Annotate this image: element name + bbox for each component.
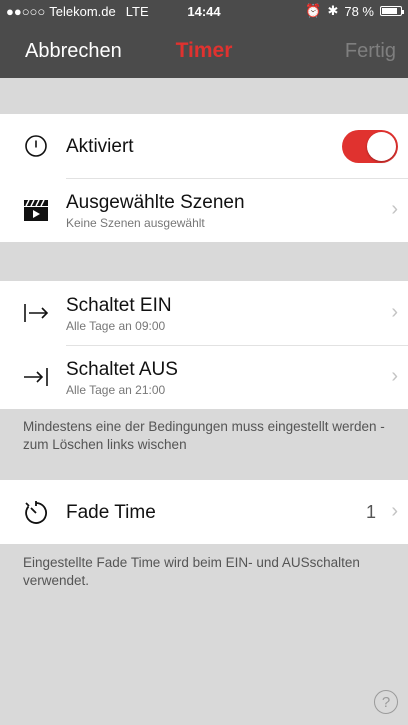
selected-scenes-row[interactable]: Ausgewählte Szenen Keine Szenen ausgewäh…	[0, 178, 408, 242]
toggle-knob	[367, 132, 396, 161]
switch-off-label: Schaltet AUS	[66, 359, 178, 380]
help-icon[interactable]: ?	[374, 690, 398, 714]
switch-off-row[interactable]: Schaltet AUS Alle Tage an 21:00 ›	[0, 345, 408, 409]
activated-label: Aktiviert	[66, 136, 134, 157]
conditions-hint: Mindestens eine der Bedingungen muss ein…	[23, 419, 385, 452]
switch-off-icon	[22, 363, 50, 391]
activated-toggle[interactable]	[342, 130, 398, 163]
navigation-bar: Abbrechen Timer Fertig	[0, 22, 408, 78]
fade-time-label: Fade Time	[66, 502, 156, 523]
scenes-subtitle: Keine Szenen ausgewählt	[66, 216, 205, 230]
switch-off-subtitle: Alle Tage an 21:00	[66, 383, 166, 397]
fade-section: Fade Time 1 ›	[0, 480, 408, 544]
switching-section: Schaltet EIN Alle Tage an 09:00 › Schalt…	[0, 281, 408, 409]
status-bar: ●●○○○ Telekom.de LTE 14:44 ⏰ ✱ 78 %	[0, 0, 408, 22]
chevron-right-icon: ›	[391, 365, 398, 387]
done-button[interactable]: Fertig	[345, 40, 396, 63]
battery-percent: 78 %	[344, 3, 374, 19]
alarm-icon: ⏰	[305, 3, 322, 18]
power-icon	[22, 132, 50, 160]
scenes-label: Ausgewählte Szenen	[66, 192, 245, 213]
switch-on-icon	[22, 299, 50, 327]
chevron-right-icon: ›	[391, 500, 398, 522]
activation-section: Aktiviert Ausgewählte Szenen Keine Szene…	[0, 114, 408, 242]
fade-time-value: 1	[365, 502, 376, 522]
bluetooth-icon: ✱	[327, 3, 339, 18]
switch-on-row[interactable]: Schaltet EIN Alle Tage an 09:00 ›	[0, 281, 408, 345]
chevron-right-icon: ›	[391, 198, 398, 220]
chevron-right-icon: ›	[391, 301, 398, 323]
fade-time-row[interactable]: Fade Time 1 ›	[0, 480, 408, 544]
clapperboard-icon	[22, 196, 50, 224]
fade-time-hint: Eingestellte Fade Time wird beim EIN- un…	[23, 555, 360, 588]
switch-on-label: Schaltet EIN	[66, 295, 172, 316]
switch-on-subtitle: Alle Tage an 09:00	[66, 319, 166, 333]
activated-row: Aktiviert	[0, 114, 408, 178]
timer-icon	[22, 498, 50, 526]
battery-icon	[380, 6, 404, 16]
